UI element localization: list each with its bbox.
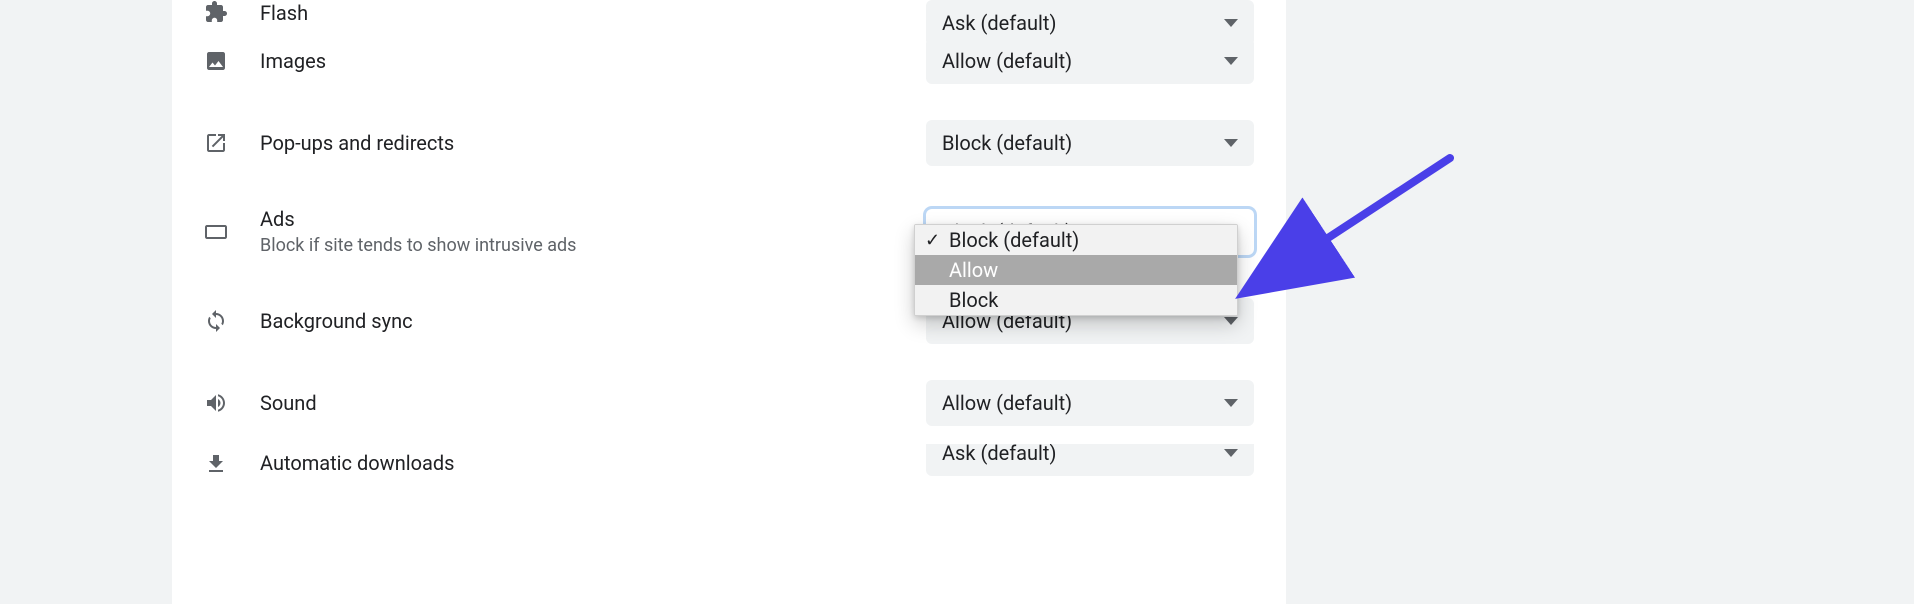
- sync-icon: [204, 309, 260, 333]
- dropdown-option-label: Block (default): [949, 228, 1079, 252]
- row-images: Images Allow (default): [172, 20, 1286, 102]
- autodl-select-value: Ask (default): [942, 444, 1056, 465]
- popups-label: Pop-ups and redirects: [260, 130, 926, 156]
- annotation-arrow: [1280, 150, 1460, 280]
- image-icon: [204, 49, 260, 73]
- autodl-label: Automatic downloads: [260, 450, 926, 476]
- chevron-down-icon: [1224, 139, 1238, 147]
- sound-label: Sound: [260, 390, 926, 416]
- ads-icon: [204, 220, 260, 244]
- settings-panel: Flash Ask (default) Images Allow (defaul…: [172, 0, 1286, 604]
- images-select-value: Allow (default): [942, 49, 1072, 73]
- sound-select-value: Allow (default): [942, 391, 1072, 415]
- dropdown-option-block-default[interactable]: ✓ Block (default): [915, 225, 1237, 255]
- row-flash: Flash Ask (default): [172, 0, 1286, 20]
- row-popups: Pop-ups and redirects Block (default): [172, 102, 1286, 184]
- download-icon: [204, 452, 260, 476]
- popups-select-value: Block (default): [942, 131, 1072, 155]
- check-icon: ✓: [925, 230, 940, 251]
- chevron-down-icon: [1224, 57, 1238, 65]
- ads-label: Ads: [260, 206, 926, 232]
- dropdown-option-label: Allow: [949, 258, 998, 282]
- sound-icon: [204, 391, 260, 415]
- chevron-down-icon: [1224, 317, 1238, 325]
- dropdown-option-allow[interactable]: Allow: [915, 255, 1237, 285]
- autodl-select[interactable]: Ask (default): [926, 444, 1254, 476]
- popups-select[interactable]: Block (default): [926, 120, 1254, 166]
- chevron-down-icon: [1224, 399, 1238, 407]
- bgsync-label: Background sync: [260, 308, 926, 334]
- ads-dropdown-menu[interactable]: ✓ Block (default) Allow Block: [914, 224, 1238, 316]
- images-select[interactable]: Allow (default): [926, 38, 1254, 84]
- open-in-new-icon: [204, 131, 260, 155]
- row-autodl: Automatic downloads Ask (default): [172, 444, 1286, 476]
- dropdown-option-label: Block: [949, 288, 998, 312]
- images-label: Images: [260, 48, 926, 74]
- ads-sublabel: Block if site tends to show intrusive ad…: [260, 234, 926, 258]
- dropdown-option-block[interactable]: Block: [915, 285, 1237, 315]
- sound-select[interactable]: Allow (default): [926, 380, 1254, 426]
- chevron-down-icon: [1224, 449, 1238, 457]
- row-sound: Sound Allow (default): [172, 362, 1286, 444]
